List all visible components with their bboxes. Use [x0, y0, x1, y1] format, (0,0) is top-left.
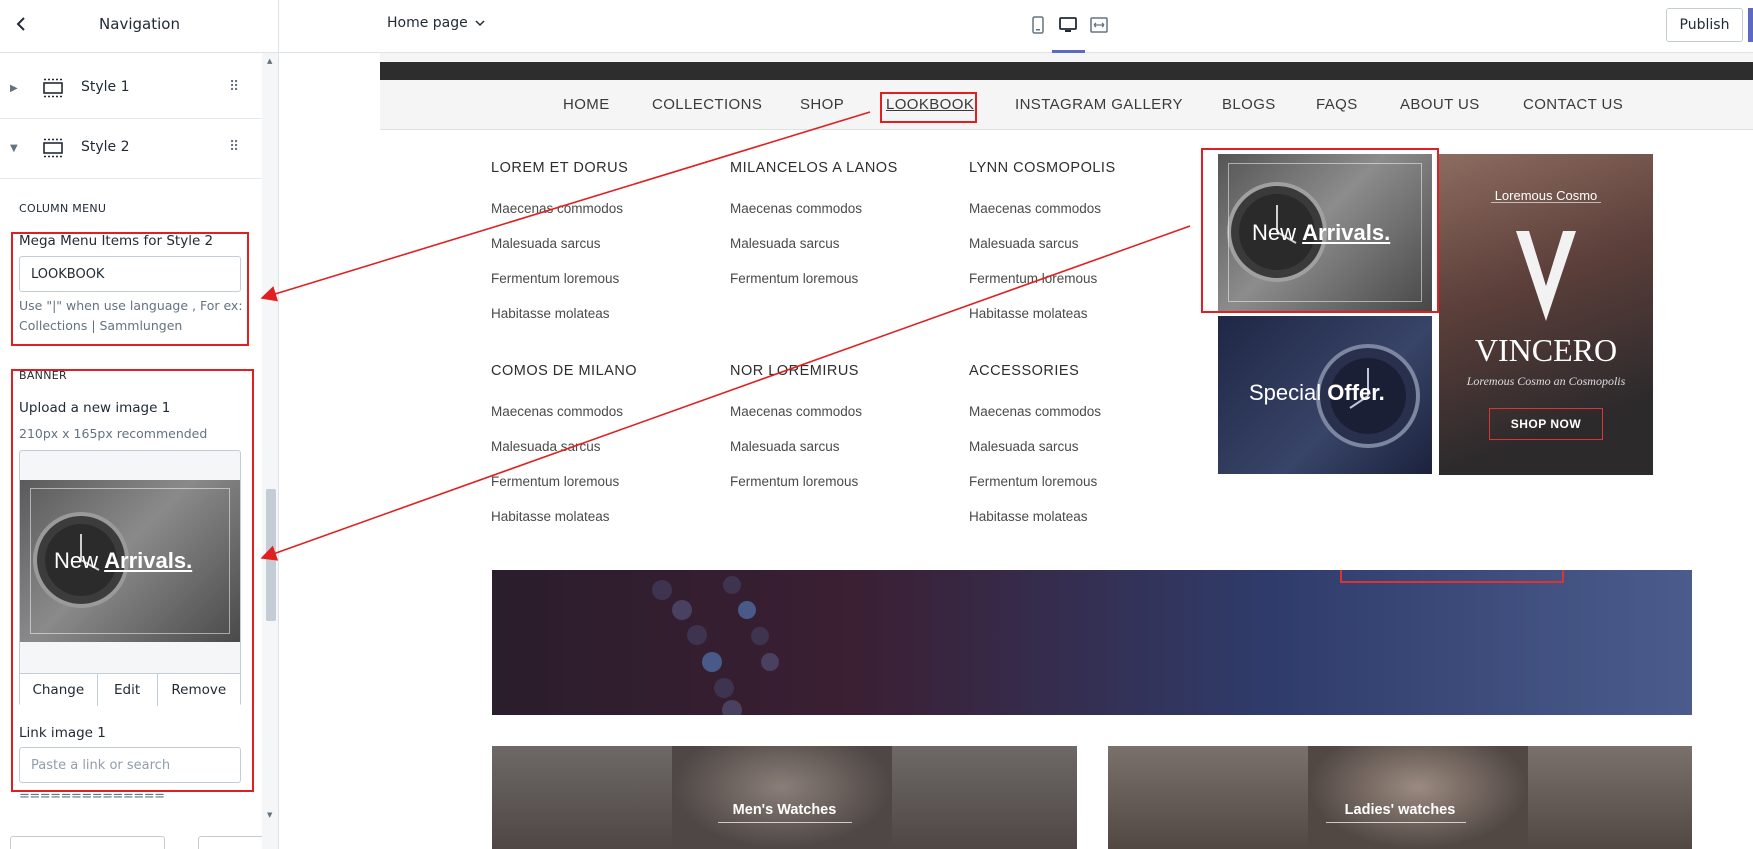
annotation-box-banner	[11, 369, 254, 792]
drag-handle-icon[interactable]: ⠿	[229, 139, 239, 155]
mega-link[interactable]: Fermentum loremous	[730, 474, 858, 489]
drag-handle-icon[interactable]: ⠿	[229, 79, 239, 95]
tile-ladies-label: Ladies' watches	[1344, 802, 1456, 818]
column-menu-heading: COLUMN MENU	[19, 202, 107, 215]
mega-link[interactable]: Maecenas commodos	[969, 404, 1101, 419]
nav-home[interactable]: HOME	[563, 96, 610, 113]
mega-link[interactable]: Fermentum loremous	[491, 271, 619, 286]
nav-shop[interactable]: SHOP	[800, 96, 844, 113]
banner-2-text-a: Special	[1249, 380, 1322, 405]
fullwidth-icon[interactable]	[1090, 16, 1108, 34]
chevron-down-icon	[475, 20, 485, 27]
vincero-logo-icon	[1516, 231, 1576, 321]
mega-link[interactable]: Maecenas commodos	[730, 404, 862, 419]
mega-link[interactable]: Fermentum loremous	[491, 474, 619, 489]
mega-column-title: MILANCELOS A LANOS	[730, 160, 898, 176]
scrollbar-thumb[interactable]	[266, 489, 276, 621]
mega-link[interactable]: Habitasse molateas	[491, 306, 610, 321]
mega-column-title: ACCESSORIES	[969, 363, 1080, 379]
page-selector[interactable]: Home page	[387, 15, 486, 31]
preview-top-strip	[380, 62, 1753, 80]
mega-column-title: COMOS DE MILANO	[491, 363, 638, 379]
mega-link[interactable]: Habitasse molateas	[491, 509, 610, 524]
annotation-box-mega-menu	[11, 232, 249, 346]
tile-mens-watches[interactable]: Men's Watches	[492, 746, 1077, 849]
mega-link[interactable]: Malesuada sarcus	[491, 439, 601, 454]
sidebar-item-style-2[interactable]: ▼ Style 2 ⠿	[0, 119, 262, 179]
page-selector-label: Home page	[387, 15, 468, 31]
mega-link[interactable]: Malesuada sarcus	[969, 439, 1079, 454]
mega-link[interactable]: Fermentum loremous	[969, 474, 1097, 489]
mega-link[interactable]: Maecenas commodos	[491, 201, 623, 216]
banner-3-brand: VINCERO	[1474, 332, 1618, 368]
mega-link[interactable]: Maecenas commodos	[730, 201, 862, 216]
nav-instagram-gallery[interactable]: INSTAGRAM GALLERY	[1015, 96, 1183, 113]
next-input-stub[interactable]	[10, 836, 165, 849]
mega-link[interactable]: Maecenas commodos	[491, 404, 623, 419]
caret-down-icon[interactable]: ▼	[10, 143, 18, 154]
caret-right-icon[interactable]: ▶	[10, 83, 18, 94]
nav-faqs[interactable]: FAQS	[1316, 96, 1358, 113]
banner-special-offer[interactable]: Special Offer.	[1218, 316, 1432, 474]
nav-blogs[interactable]: BLOGS	[1222, 96, 1276, 113]
nav-about-us[interactable]: ABOUT US	[1400, 96, 1480, 113]
mega-link[interactable]: Malesuada sarcus	[969, 236, 1079, 251]
mega-link[interactable]: Fermentum loremous	[730, 271, 858, 286]
section-block-icon	[43, 138, 63, 158]
tile-ladies-watches[interactable]: Ladies' watches	[1108, 746, 1692, 849]
annotation-box-banner-preview	[1201, 148, 1439, 313]
banner-2-text-b: Offer.	[1327, 380, 1385, 405]
sidebar-scrollbar[interactable]: ▲ ▼	[262, 53, 278, 849]
publish-button[interactable]: Publish	[1666, 8, 1743, 42]
mega-column-title: LYNN COSMOPOLIS	[969, 160, 1116, 176]
mega-link[interactable]: Habitasse molateas	[969, 509, 1088, 524]
tile-mens-label: Men's Watches	[732, 802, 837, 818]
next-button-stub[interactable]	[198, 836, 268, 849]
banner-3-sub: Loremous Cosmo an Cosmopolis	[1466, 374, 1626, 388]
shop-now-button[interactable]: SHOP NOW	[1489, 408, 1603, 440]
sidebar-header: Navigation	[0, 0, 278, 53]
mega-link[interactable]: Habitasse molateas	[969, 306, 1088, 321]
sidebar-item-label: Style 1	[81, 79, 130, 95]
mega-link[interactable]: Malesuada sarcus	[730, 236, 840, 251]
mega-link[interactable]: Malesuada sarcus	[730, 439, 840, 454]
nav-collections[interactable]: COLLECTIONS	[652, 96, 762, 113]
desktop-icon[interactable]	[1059, 16, 1077, 34]
mobile-icon[interactable]	[1030, 16, 1046, 34]
banner-vincero[interactable]: Loremous Cosmo VINCERO Loremous Cosmo an…	[1439, 154, 1653, 475]
sidebar-item-style-1[interactable]: ▶ Style 1 ⠿	[0, 59, 262, 119]
mega-link[interactable]: Fermentum loremous	[969, 271, 1097, 286]
sidebar-title: Navigation	[99, 15, 180, 33]
hero-banner	[492, 570, 1692, 715]
nav-contact-us[interactable]: CONTACT US	[1523, 96, 1623, 113]
bracelet-icon	[652, 576, 779, 715]
mega-column-title: NOR LOREMIRUS	[730, 363, 859, 379]
sidebar-item-label: Style 2	[81, 139, 130, 155]
annotation-box-lookbook	[880, 92, 977, 123]
mega-column-title: LOREM ET DORUS	[491, 160, 629, 176]
mega-link[interactable]: Malesuada sarcus	[491, 236, 601, 251]
mega-link[interactable]: Maecenas commodos	[969, 201, 1101, 216]
save-button-edge[interactable]	[1748, 8, 1753, 42]
section-block-icon	[43, 78, 63, 98]
banner-3-top-text: Loremous Cosmo	[1494, 188, 1598, 203]
